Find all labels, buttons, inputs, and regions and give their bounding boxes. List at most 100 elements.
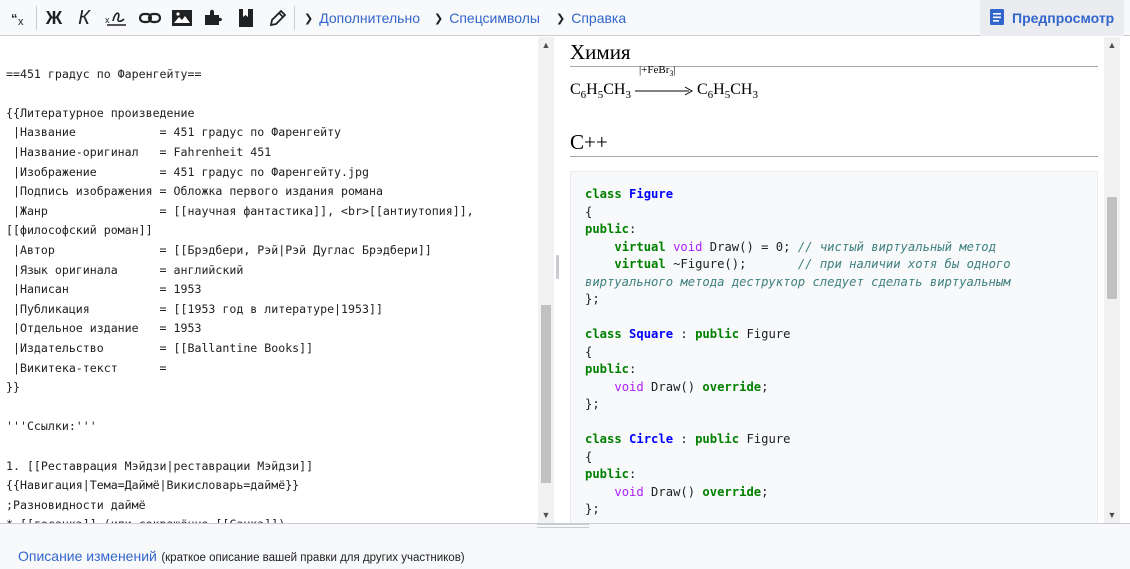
editor-line[interactable]: |Изображение = 451 градус по Фаренгейту.… <box>6 163 369 182</box>
code-token: public <box>695 327 740 341</box>
scroll-up-icon[interactable]: ▲ <box>1104 37 1120 53</box>
editor-line[interactable]: |Жанр = [[научная фантастика]], <br>[[ан… <box>6 202 474 221</box>
pencil-icon[interactable] <box>264 4 292 32</box>
menu-special-chars-label: Спецсимволы <box>449 10 540 26</box>
scroll-down-icon[interactable]: ▼ <box>538 507 554 523</box>
code-token: виртуального метода деструктор следует с… <box>585 274 1011 289</box>
code-token: Square <box>629 327 674 341</box>
toolbar-separator <box>294 6 295 30</box>
editor-line[interactable]: |Язык оригинала = английский <box>6 261 243 280</box>
menu-help-label: Справка <box>571 10 627 26</box>
puzzle-icon[interactable] <box>200 4 228 32</box>
image-icon[interactable] <box>168 4 196 32</box>
code-line: { <box>585 204 592 222</box>
code-token: // чистый виртуальный метод <box>797 239 996 254</box>
pane-split-handle[interactable] <box>556 255 559 279</box>
editor-line[interactable]: ;Разновидности даймё <box>6 496 146 515</box>
editor-line[interactable]: {{Литературное произведение <box>6 104 194 123</box>
preview-toggle-button[interactable]: Предпросмотр <box>980 0 1124 36</box>
editor-scroll-thumb[interactable] <box>541 305 551 483</box>
code-line: { <box>585 344 592 362</box>
code-line: виртуального метода деструктор следует с… <box>585 274 1011 292</box>
preview-scroll-thumb[interactable] <box>1107 197 1117 299</box>
code-token: class <box>585 432 622 446</box>
editor-line[interactable]: |Издательство = [[Ballantine Books]] <box>6 339 313 358</box>
editor-line[interactable]: }} <box>6 378 20 397</box>
code-line: class Figure <box>585 186 673 204</box>
editor-line[interactable]: '''Ссылки:''' <box>6 417 97 436</box>
code-token: virtual <box>614 257 666 271</box>
preview-pane: Химия C6H5CH3 |+FeBr3| C6H5CH3 C++ class… <box>562 37 1104 523</box>
code-line: { <box>585 449 592 467</box>
scroll-down-icon[interactable]: ▼ <box>1104 507 1120 523</box>
svg-text:x: x <box>105 15 110 25</box>
editor-line[interactable]: {{Навигация|Тема=Даймё|Викисловарь=даймё… <box>6 476 299 495</box>
code-token: { <box>585 344 593 359</box>
editor-line[interactable]: |Подпись изображения = Обложка первого и… <box>6 182 383 201</box>
preview-icon <box>990 8 1004 28</box>
edit-summary-link[interactable]: Описание изменений <box>18 548 157 564</box>
editor-line[interactable]: |Написан = 1953 <box>6 280 201 299</box>
advanced-toggle-icon[interactable]: “x <box>6 4 34 32</box>
italic-icon[interactable]: К <box>70 4 98 32</box>
editor-line[interactable]: ==451 градус по Фаренгейту== <box>6 65 201 84</box>
wikitext-editor[interactable]: ==451 градус по Фаренгейту== {{Литературн… <box>4 37 538 523</box>
code-token: ; <box>761 379 769 394</box>
code-token: : <box>673 432 696 446</box>
code-line: }; <box>585 501 600 519</box>
code-token: ~Figure(); <box>665 257 798 271</box>
menu-special-chars[interactable]: ❯ Спецсимволы <box>434 0 540 36</box>
code-token: { <box>585 449 593 464</box>
bold-glyph: Ж <box>45 7 63 28</box>
editor-line[interactable]: |Викитека-текст = <box>6 359 167 378</box>
code-token: override <box>702 379 762 394</box>
code-token: Circle <box>629 432 674 446</box>
menu-help[interactable]: ❯ Справка <box>556 0 626 36</box>
toolbar-separator <box>36 6 37 30</box>
code-token: public <box>695 432 740 446</box>
code-line: public: <box>585 466 636 484</box>
editor-line[interactable]: * [[госанкэ]] (или сокращённо [[Санкэ]]) <box>6 515 285 523</box>
editor-line[interactable]: |Отдельное издание = 1953 <box>6 319 201 338</box>
code-token: void <box>614 484 644 499</box>
formula-right: C6H5CH3 <box>696 81 758 102</box>
bookmark-icon[interactable] <box>232 4 260 32</box>
bold-icon[interactable]: Ж <box>40 4 68 32</box>
menu-advanced-label: Дополнительно <box>319 10 420 26</box>
formula-left: C6H5CH3 <box>570 81 631 102</box>
editor-line[interactable]: |Публикация = [[1953 год в литературе|19… <box>6 300 383 319</box>
heading-rule <box>570 156 1098 157</box>
code-token: Draw() <box>643 484 703 499</box>
link-icon[interactable] <box>136 4 164 32</box>
editor-line[interactable]: [[философский роман]] <box>6 221 153 240</box>
code-token: virtual <box>614 239 666 254</box>
code-token: void <box>673 239 703 254</box>
svg-text:“: “ <box>11 11 18 26</box>
preview-scrollbar[interactable]: ▲ ▼ <box>1104 37 1120 523</box>
italic-glyph: К <box>78 6 90 29</box>
editor-line[interactable]: |Название-оригинал = Fahrenheit 451 <box>6 143 271 162</box>
editor-resize-handle[interactable] <box>537 524 589 528</box>
code-token: : <box>629 222 637 236</box>
heading-chemistry: Химия <box>570 40 631 64</box>
formula-catalyst: |+FeBr3| <box>638 64 676 79</box>
code-token: Draw() <box>643 379 703 394</box>
code-line: }; <box>585 396 600 414</box>
code-line: public: <box>585 361 636 379</box>
editor-line[interactable]: |Автор = [[Брэдбери, Рэй|Рэй Дуглас Брэд… <box>6 241 432 260</box>
code-line: virtual void Draw() = 0; // чистый вирту… <box>585 239 996 257</box>
code-token: }; <box>585 502 600 516</box>
editor-line[interactable]: 1. [[Реставрация Мэйдзи|реставрации Мэйд… <box>6 457 313 476</box>
code-line: }; <box>585 291 600 309</box>
scroll-up-icon[interactable]: ▲ <box>538 37 554 53</box>
editor-scrollbar[interactable]: ▲ ▼ <box>538 37 554 523</box>
editor-line[interactable]: |Название = 451 градус по Фаренгейту <box>6 123 341 142</box>
signature-icon[interactable]: x <box>102 4 130 32</box>
menu-advanced[interactable]: ❯ Дополнительно <box>304 0 420 36</box>
code-token: override <box>702 484 762 499</box>
